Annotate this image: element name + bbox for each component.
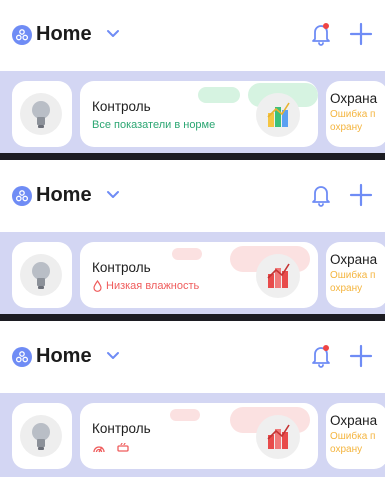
security-status-line1: Ошибка п [330,270,376,281]
light-bulb-icon [20,93,62,135]
scenario-strip: Контроль Охрана Ошибка п охрану [0,393,385,477]
chevron-down-icon[interactable] [106,190,120,200]
notification-dot [323,345,329,351]
home-title[interactable]: Home [36,23,92,46]
home-logo-icon[interactable] [12,186,32,206]
security-card-status: Ошибка п охрану [330,108,375,134]
screenshot-frame-1: Home Контроль Все показатели в норме Охр… [0,5,385,160]
security-card-title: Охрана [330,252,378,267]
chart-icon [256,93,300,137]
home-title[interactable]: Home [36,345,92,368]
bell-icon[interactable] [310,183,332,207]
top-header: Home [0,327,385,393]
light-card[interactable] [12,403,72,469]
chart-icon [256,254,300,298]
heater-icon [117,442,129,452]
light-card[interactable] [12,81,72,147]
control-card-title: Контроль [92,99,151,114]
control-card[interactable]: Контроль Низкая влажность [80,242,318,308]
security-status-line1: Ошибка п [330,109,376,120]
security-card[interactable]: Охрана Ошибка п охрану [326,242,385,308]
light-card[interactable] [12,242,72,308]
security-status-line1: Ошибка п [330,431,376,442]
security-status-line2: охрану [330,444,363,455]
security-card-status: Ошибка п охрану [330,430,375,456]
security-card-title: Охрана [330,91,378,106]
security-card[interactable]: Охрана Ошибка п охрану [326,81,385,147]
security-status-line2: охрану [330,283,363,294]
humidity-icon [93,280,102,292]
chevron-down-icon[interactable] [106,351,120,361]
divider-band [0,153,385,160]
scenario-strip: Контроль Все показатели в норме Охрана О… [0,71,385,160]
top-header: Home [0,5,385,71]
control-card-title: Контроль [92,260,151,275]
screenshot-frame-2: Home Контроль Низкая влажность Охрана Ош… [0,166,385,321]
light-bulb-icon [20,254,62,296]
security-card[interactable]: Охрана Ошибка п охрану [326,403,385,469]
decor-cloud [198,87,240,103]
control-card-status-text: Низкая влажность [106,280,200,292]
scenario-strip: Контроль Низкая влажность Охрана Ошибка … [0,232,385,321]
chevron-down-icon[interactable] [106,29,120,39]
control-card-status: Низкая влажность [92,280,199,292]
control-card[interactable]: Контроль [80,403,318,469]
screenshot-frame-3: Home Контроль Охрана Ошибка п охрану [0,327,385,477]
top-header: Home [0,166,385,232]
home-title[interactable]: Home [36,184,92,207]
notification-dot [323,23,329,29]
light-bulb-icon [20,415,62,457]
plus-icon[interactable] [348,343,374,369]
decor-cloud [172,248,202,260]
humidity-icon [93,446,105,453]
security-card-status: Ошибка п охрану [330,269,375,295]
home-logo-icon[interactable] [12,25,32,45]
bell-icon[interactable] [310,22,332,46]
control-card-status-icons [92,441,130,453]
bell-icon[interactable] [310,344,332,368]
plus-icon[interactable] [348,182,374,208]
control-card-title: Контроль [92,421,151,436]
control-card-status: Все показатели в норме [92,119,216,131]
home-logo-icon[interactable] [12,347,32,367]
divider-band [0,314,385,321]
decor-cloud [170,409,200,421]
security-status-line2: охрану [330,122,363,133]
chart-icon [256,415,300,459]
security-card-title: Охрана [330,413,378,428]
plus-icon[interactable] [348,21,374,47]
control-card[interactable]: Контроль Все показатели в норме [80,81,318,147]
